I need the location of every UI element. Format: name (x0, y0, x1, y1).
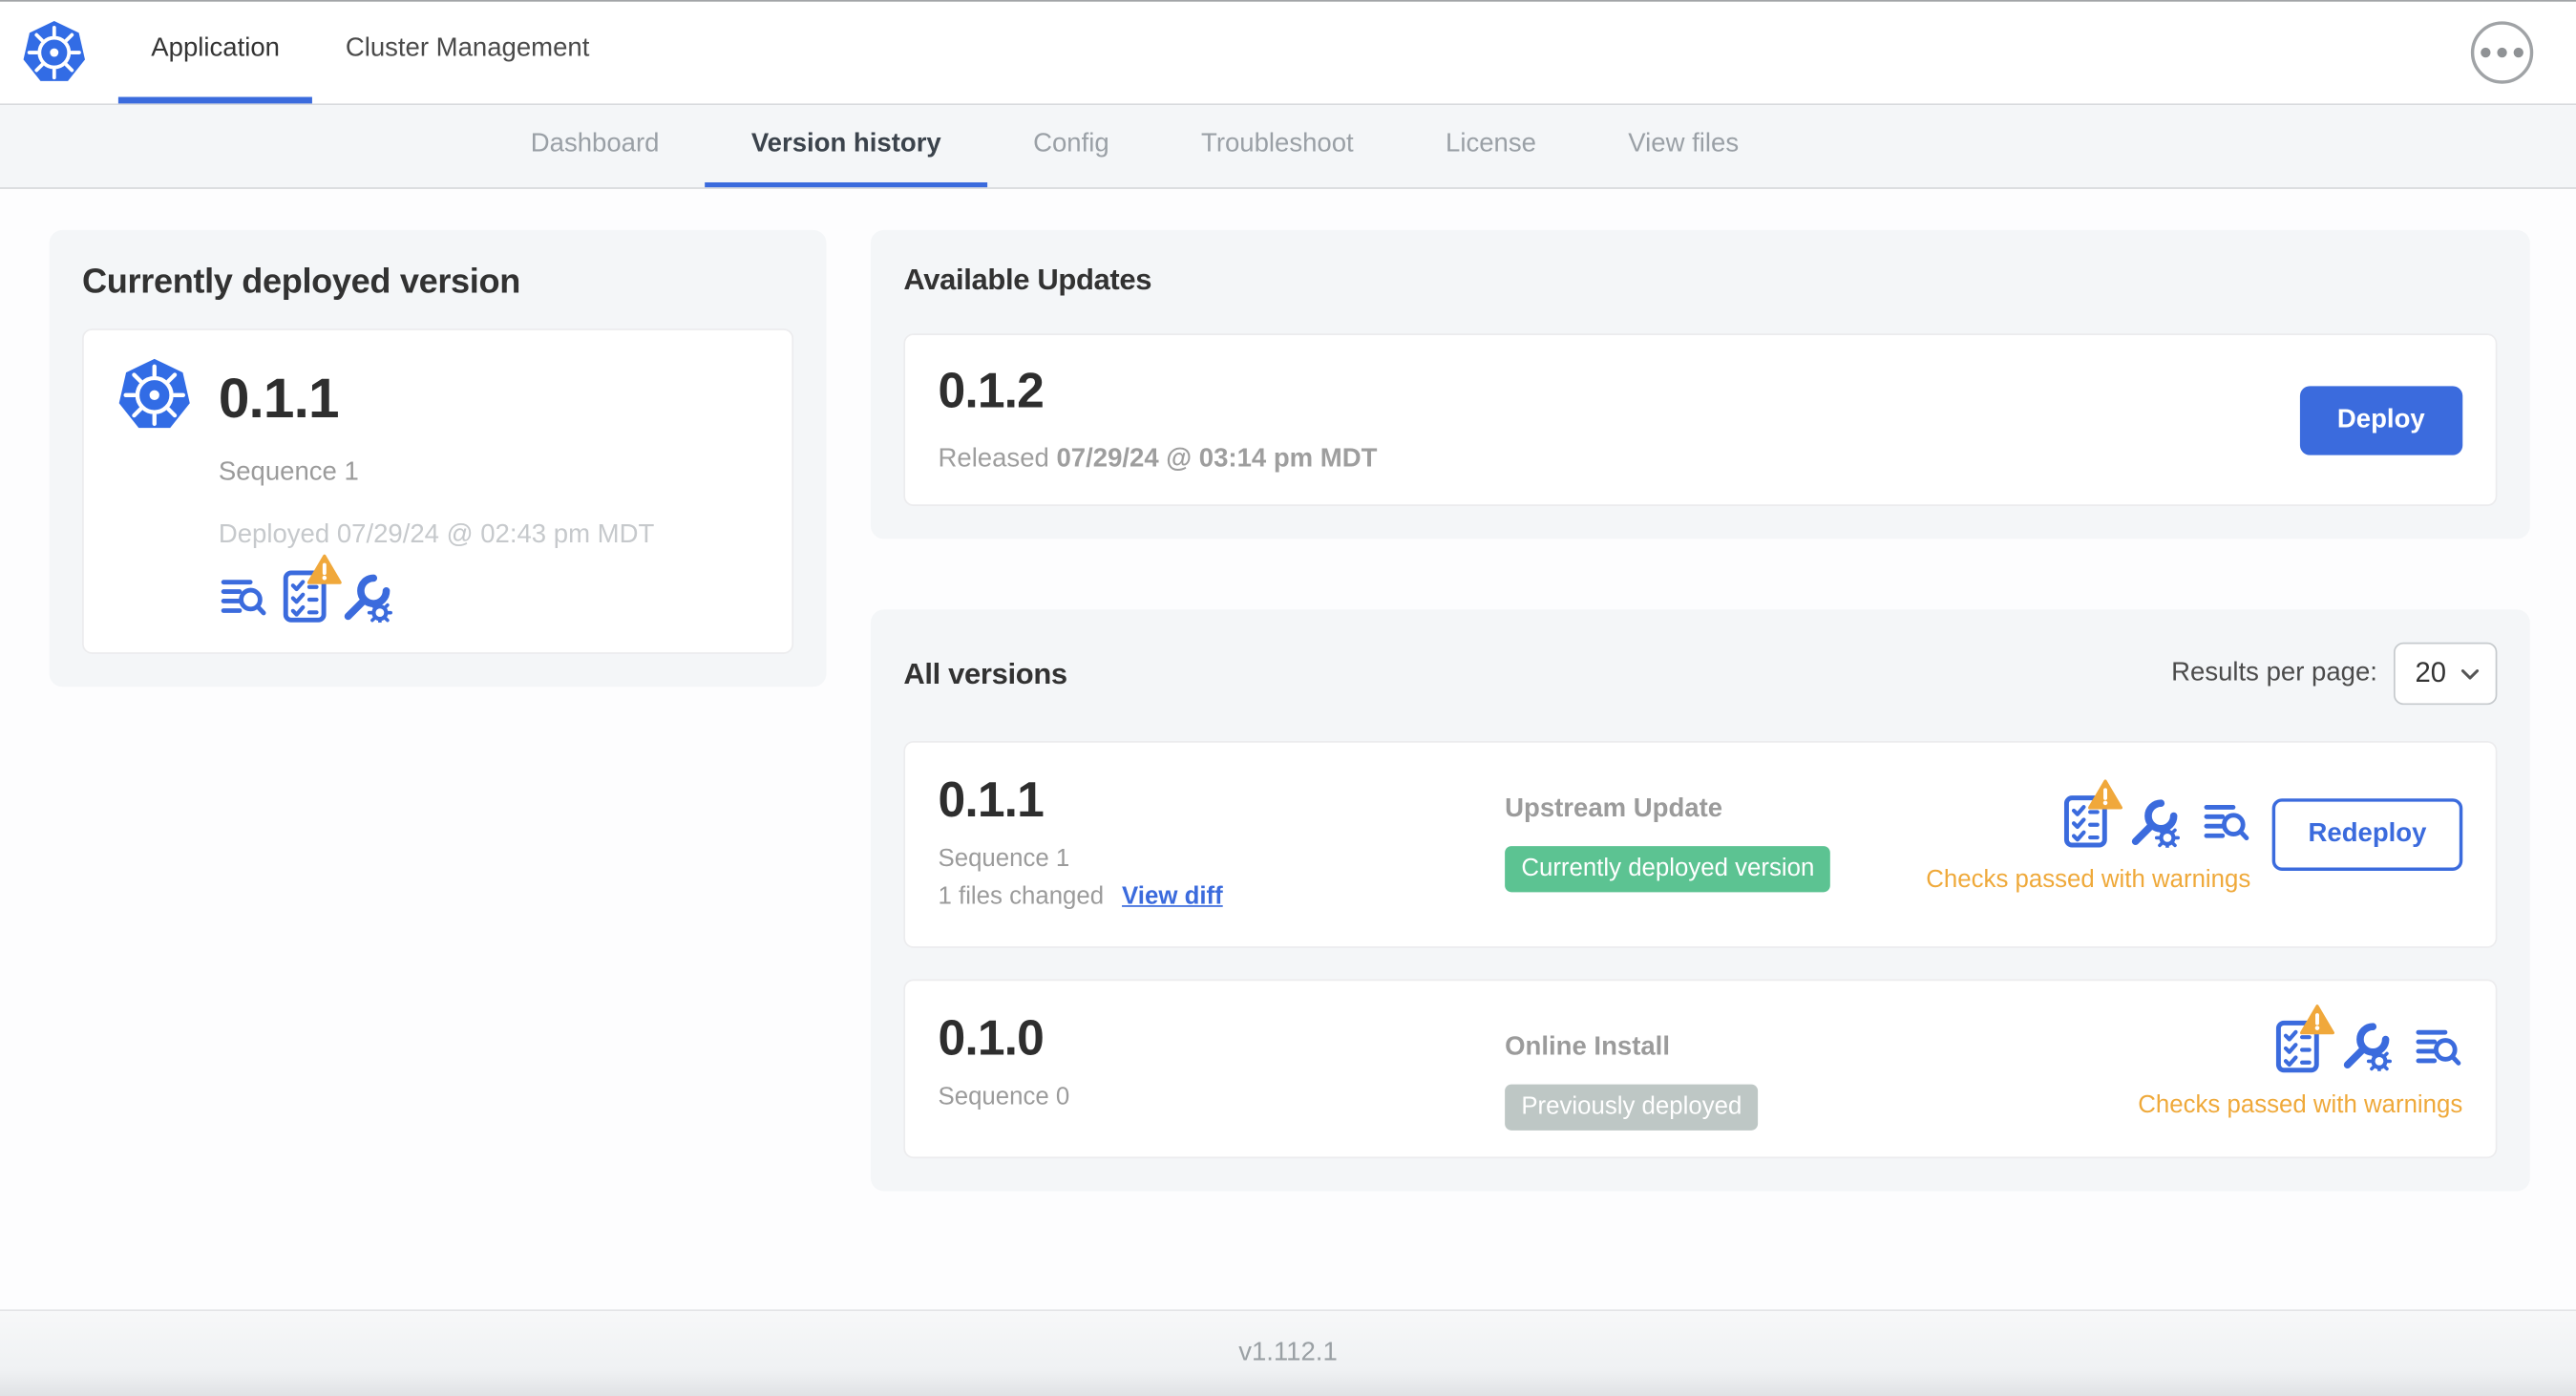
available-updates-card: Available Updates 0.1.2 Released 07/29/2… (870, 229, 2530, 539)
version-row-actions: Checks passed with warnings Redeploy (1926, 795, 2463, 894)
tab-config[interactable]: Config (987, 105, 1155, 187)
available-updates-title: Available Updates (903, 263, 1152, 296)
available-update-row: 0.1.2 Released 07/29/24 @ 03:14 pm MDT D… (903, 333, 2498, 506)
tab-license[interactable]: License (1400, 105, 1582, 187)
more-options-button[interactable] (2470, 21, 2534, 84)
update-info: 0.1.2 Released 07/29/24 @ 03:14 pm MDT (938, 365, 1377, 475)
row-action-icons (2063, 795, 2250, 848)
version-row-0-1-0: 0.1.0 Sequence 0 Online Install Previous… (903, 979, 2498, 1159)
preflight-status-text: Checks passed with warnings (1926, 865, 2251, 895)
config-icon[interactable] (2341, 1021, 2392, 1071)
main-content: Currently deployed version 0.1.1 Sequenc… (0, 189, 2576, 1192)
app-level-tabs: Application Cluster Management (117, 2, 623, 104)
tab-troubleshoot[interactable]: Troubleshoot (1155, 105, 1400, 187)
currently-deployed-badge: Currently deployed version (1505, 846, 1831, 893)
row-icons-and-status: Checks passed with warnings (2138, 1020, 2462, 1118)
all-versions-card: All versions Results per page: 20 0.1.1 … (870, 609, 2530, 1192)
tab-application-label: Application (151, 34, 280, 63)
config-icon[interactable] (342, 571, 392, 622)
redeploy-button[interactable]: Redeploy (2271, 798, 2463, 871)
row-source-label: Online Install (1505, 1033, 1670, 1062)
kubernetes-logo-icon (21, 20, 87, 86)
deployed-timestamp: Deployed 07/29/24 @ 02:43 pm MDT (218, 520, 655, 549)
app-window: Application Cluster Management Dashboard… (0, 0, 2576, 1396)
update-released-line: Released 07/29/24 @ 03:14 pm MDT (938, 445, 1378, 474)
preflight-checks-icon[interactable] (283, 570, 327, 623)
kubernetes-app-icon (116, 356, 219, 441)
row-sequence-label: Sequence 0 (938, 1082, 1070, 1111)
app-footer: v1.112.1 (0, 1309, 2576, 1396)
preflight-checks-icon[interactable] (2063, 795, 2107, 848)
previously-deployed-badge: Previously deployed (1505, 1084, 1759, 1131)
top-header: Application Cluster Management (0, 0, 2576, 106)
row-version-number: 0.1.0 (938, 1011, 1045, 1067)
row-action-icons (2275, 1020, 2462, 1072)
version-row-info: 0.1.0 Sequence 0 (938, 1007, 1505, 1131)
version-row-source: Upstream Update Currently deployed versi… (1505, 769, 1926, 920)
preflight-checks-icon[interactable] (2275, 1020, 2319, 1072)
tab-view-files[interactable]: View files (1582, 105, 1784, 187)
version-row-0-1-1: 0.1.1 Sequence 1 1 files changed View di… (903, 741, 2498, 948)
version-row-source: Online Install Previously deployed (1505, 1007, 2138, 1131)
all-versions-header: All versions Results per page: 20 (903, 642, 2498, 706)
right-column: Available Updates 0.1.2 Released 07/29/2… (870, 229, 2530, 1192)
currently-deployed-card: Currently deployed version 0.1.1 Sequenc… (49, 229, 827, 687)
tab-cluster-management-label: Cluster Management (345, 34, 590, 63)
header-spacer (623, 2, 2471, 104)
results-per-page-label: Results per page: (2171, 658, 2377, 687)
currently-deployed-version-card: 0.1.1 Sequence 1 Deployed 07/29/24 @ 02:… (82, 328, 794, 654)
deploy-logs-icon[interactable] (219, 575, 268, 618)
preflight-status-text: Checks passed with warnings (2138, 1089, 2463, 1118)
sub-navigation: Dashboard Version history Config Trouble… (0, 105, 2576, 189)
deployed-sequence-label: Sequence 1 (218, 458, 359, 487)
console-version-label: v1.112.1 (1238, 1339, 1338, 1367)
warning-triangle-icon (2088, 779, 2122, 811)
all-versions-title: All versions (903, 656, 1067, 689)
row-icons-and-status: Checks passed with warnings (1926, 795, 2250, 894)
update-version-number: 0.1.2 (938, 364, 1045, 419)
chevron-down-icon (2461, 667, 2480, 679)
tab-cluster-management[interactable]: Cluster Management (312, 2, 622, 104)
view-diff-link[interactable]: View diff (1122, 882, 1223, 910)
tab-dashboard[interactable]: Dashboard (485, 105, 706, 187)
row-files-changed: 1 files changed View diff (938, 881, 1223, 911)
warning-triangle-icon (2300, 1003, 2334, 1034)
version-row-info: 0.1.1 Sequence 1 1 files changed View di… (938, 769, 1505, 920)
tab-application[interactable]: Application (117, 2, 313, 104)
deployed-version-actions (219, 570, 759, 623)
ellipsis-icon (2481, 47, 2491, 58)
results-per-page-select[interactable]: 20 (2394, 642, 2498, 706)
config-icon[interactable] (2129, 796, 2180, 847)
row-version-number: 0.1.1 (938, 773, 1045, 829)
deploy-logs-icon[interactable] (2202, 800, 2251, 843)
row-sequence-label: Sequence 1 (938, 844, 1070, 873)
warning-triangle-icon (307, 554, 342, 585)
deployed-version-number: 0.1.1 (218, 367, 340, 430)
row-source-label: Upstream Update (1505, 794, 1723, 824)
update-released-date: 07/29/24 @ 03:14 pm MDT (1056, 445, 1378, 474)
results-per-page: Results per page: 20 (2171, 642, 2498, 706)
deploy-button[interactable]: Deploy (2299, 385, 2463, 455)
tab-version-history[interactable]: Version history (705, 105, 987, 188)
currently-deployed-title: Currently deployed version (82, 263, 520, 301)
version-row-actions: Checks passed with warnings (2138, 1020, 2462, 1118)
deploy-logs-icon[interactable] (2414, 1025, 2463, 1068)
